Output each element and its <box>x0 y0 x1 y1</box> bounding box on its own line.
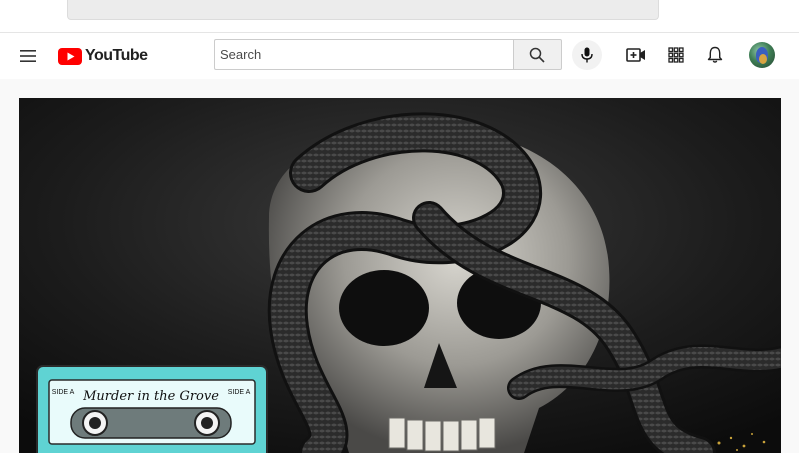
cassette-side-left: SIDE A <box>52 389 75 396</box>
video-player-thumbnail[interactable]: Murder in the Grove SIDE A SIDE A <box>19 98 781 453</box>
youtube-play-icon <box>58 47 82 65</box>
search-form <box>214 39 562 70</box>
bell-icon <box>707 46 723 63</box>
cassette-tape: Murder in the Grove SIDE A SIDE A <box>36 365 268 453</box>
create-video-button[interactable] <box>623 42 649 68</box>
browser-top-strip <box>0 0 799 32</box>
hamburger-menu-icon[interactable] <box>16 44 40 68</box>
address-bar-placeholder <box>67 0 659 20</box>
logo-text: YouTube <box>85 47 148 64</box>
voice-search-button[interactable] <box>572 40 602 70</box>
masthead: YouTube <box>0 32 799 79</box>
cassette-title: Murder in the Grove <box>82 389 219 404</box>
thumbnail-artwork: Murder in the Grove SIDE A SIDE A <box>19 98 781 453</box>
cassette-side-right: SIDE A <box>228 389 251 396</box>
create-video-icon <box>626 48 645 62</box>
search-input[interactable] <box>214 39 513 70</box>
apps-button[interactable] <box>663 42 689 68</box>
microphone-icon <box>581 47 593 63</box>
apps-grid-icon <box>668 47 684 63</box>
search-button[interactable] <box>512 39 562 70</box>
account-avatar[interactable] <box>749 42 775 68</box>
search-icon <box>530 47 545 63</box>
avatar-bird-belly <box>759 54 767 64</box>
youtube-logo[interactable]: YouTube <box>58 47 148 65</box>
notifications-button[interactable] <box>702 42 728 68</box>
